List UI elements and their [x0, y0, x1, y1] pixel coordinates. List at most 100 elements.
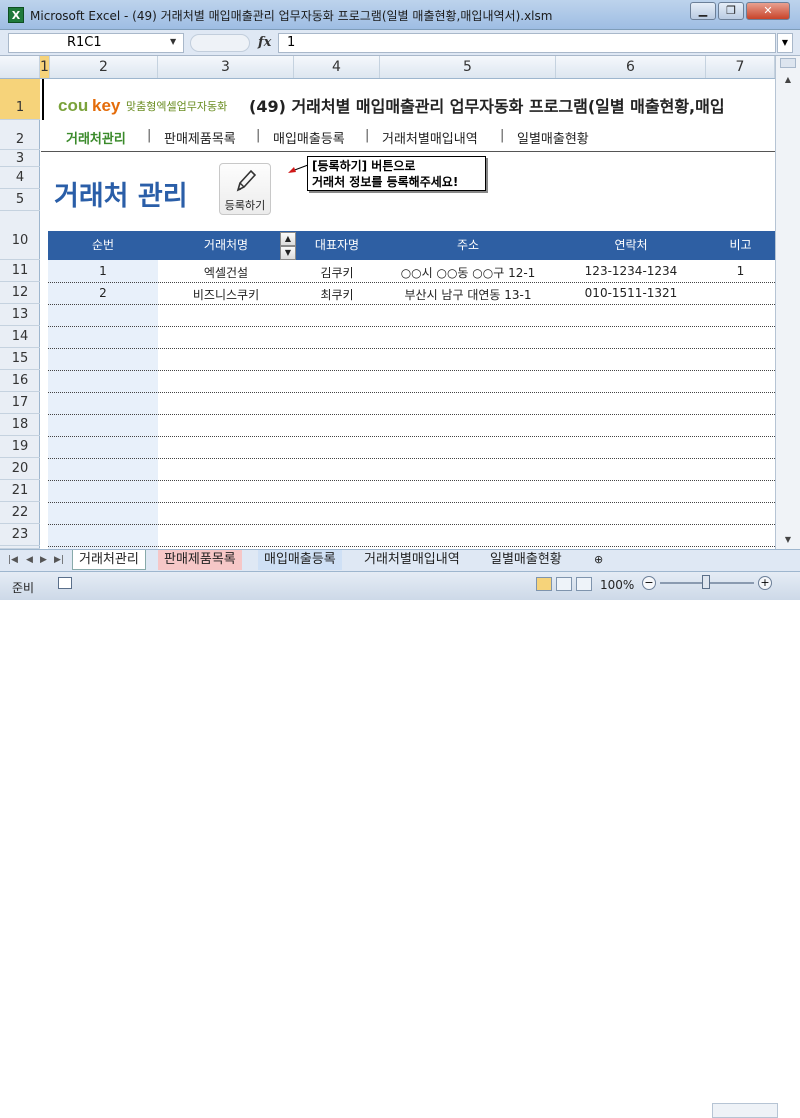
- row-header[interactable]: 12: [0, 282, 40, 304]
- row-header[interactable]: 16: [0, 370, 40, 392]
- row-header[interactable]: 17: [0, 392, 40, 414]
- column-header[interactable]: 3: [158, 56, 294, 78]
- row-header[interactable]: 5: [0, 189, 40, 211]
- column-header[interactable]: 5: [380, 56, 556, 78]
- header-representative[interactable]: 대표자명: [294, 231, 380, 260]
- split-box[interactable]: [780, 58, 796, 68]
- menu-item-daily-sales[interactable]: 일별매출현황: [517, 128, 589, 147]
- scroll-up-icon[interactable]: ▲: [780, 72, 796, 87]
- zoom-slider-thumb[interactable]: [702, 575, 710, 589]
- column-header[interactable]: 2: [50, 56, 158, 78]
- select-all-corner[interactable]: [0, 56, 40, 78]
- column-header[interactable]: 1: [40, 56, 50, 78]
- program-title: (49) 거래처별 매입매출관리 업무자동화 프로그램(일별 매출현황,매입: [249, 97, 725, 116]
- column-header[interactable]: 6: [556, 56, 706, 78]
- zoom-level[interactable]: 100%: [600, 578, 634, 592]
- row-header[interactable]: 1: [0, 79, 40, 120]
- scroll-down-icon[interactable]: ▼: [780, 532, 796, 547]
- cell-contact[interactable]: 010-1511-1321: [556, 286, 706, 300]
- column-header[interactable]: 4: [294, 56, 380, 78]
- zoom-out-icon[interactable]: −: [642, 576, 656, 590]
- insert-function-icon[interactable]: fx: [258, 35, 271, 50]
- note-line-1: [등록하기] 버튼으로: [312, 159, 416, 173]
- row-divider: [48, 392, 775, 393]
- expand-formula-bar-icon[interactable]: ▼: [777, 33, 793, 53]
- sheet-tab-daily-sales[interactable]: 일별매출현황: [484, 550, 568, 570]
- header-client-name[interactable]: 거래처명: [158, 231, 294, 260]
- cell-contact[interactable]: 123-1234-1234: [556, 264, 706, 278]
- cell-seq[interactable]: 2: [48, 286, 158, 300]
- sheet-tab-purchase-sales-entry[interactable]: 매입매출등록: [258, 550, 342, 570]
- insert-sheet-icon[interactable]: ⊕: [588, 550, 609, 570]
- menu-item-product-list[interactable]: 판매제품목록: [164, 128, 236, 147]
- vertical-scrollbar[interactable]: ▲ ▼: [775, 56, 800, 549]
- cell-client-name[interactable]: 엑셀건설: [158, 264, 294, 281]
- row-divider: [48, 458, 775, 459]
- cell-address[interactable]: 부산시 남구 대연동 13-1: [380, 286, 556, 303]
- sort-down-icon[interactable]: ▼: [280, 246, 296, 260]
- row-header[interactable]: 23: [0, 524, 40, 546]
- sheet-tab-client-management[interactable]: 거래처관리: [72, 550, 146, 570]
- sheet-tab-product-list[interactable]: 판매제품목록: [158, 550, 242, 570]
- zoom-in-icon[interactable]: +: [758, 576, 772, 590]
- formula-input[interactable]: 1: [278, 33, 776, 53]
- header-contact[interactable]: 연락처: [556, 231, 706, 260]
- logo-tagline: 맞춤형엑셀업무자동화: [126, 100, 228, 113]
- header-remarks[interactable]: 비고: [706, 231, 775, 260]
- cell-remarks[interactable]: 1: [706, 264, 775, 278]
- header-address[interactable]: 주소: [380, 231, 556, 260]
- status-bar: 준비 100% − +: [0, 571, 800, 600]
- row-divider: [48, 326, 775, 327]
- close-button[interactable]: ✕: [746, 2, 790, 20]
- row-header[interactable]: 18: [0, 414, 40, 436]
- row-header[interactable]: 13: [0, 304, 40, 326]
- row-header[interactable]: 21: [0, 480, 40, 502]
- macro-record-icon[interactable]: [58, 577, 72, 589]
- row-header[interactable]: 19: [0, 436, 40, 458]
- cell-client-name[interactable]: 비즈니스쿠키: [158, 286, 294, 303]
- row-header[interactable]: 20: [0, 458, 40, 480]
- page-layout-view-icon[interactable]: [556, 577, 572, 591]
- row-divider: [48, 282, 775, 283]
- logo-cou: cou: [58, 96, 89, 115]
- last-sheet-icon[interactable]: ▶|: [54, 555, 64, 565]
- close-icon: ✕: [763, 4, 773, 17]
- row-header[interactable]: 10: [0, 211, 40, 260]
- page-break-view-icon[interactable]: [576, 577, 592, 591]
- minimize-button[interactable]: ▁: [690, 2, 716, 20]
- cell-representative[interactable]: 김쿠키: [294, 264, 380, 281]
- header-seq[interactable]: 순번: [48, 231, 158, 260]
- window-title: Microsoft Excel - (49) 거래처별 매입매출관리 업무자동화…: [30, 9, 553, 23]
- row-header[interactable]: 4: [0, 167, 40, 189]
- column-header[interactable]: 7: [706, 56, 775, 78]
- cell-seq[interactable]: 1: [48, 264, 158, 278]
- row-header[interactable]: 15: [0, 348, 40, 370]
- normal-view-icon[interactable]: [536, 577, 552, 591]
- prev-sheet-icon[interactable]: ◀: [26, 555, 33, 565]
- menu-item-purchase-sales-entry[interactable]: 매입매출등록: [273, 128, 345, 147]
- restore-button[interactable]: ❐: [718, 2, 744, 20]
- register-button[interactable]: 등록하기: [219, 163, 271, 215]
- name-box-dropdown-icon[interactable]: ▼: [170, 37, 176, 46]
- menu-item-client-management[interactable]: 거래처관리: [66, 128, 126, 147]
- row-header[interactable]: 22: [0, 502, 40, 524]
- first-sheet-icon[interactable]: |◀: [8, 555, 18, 565]
- sort-spinner[interactable]: ▲ ▼: [280, 232, 296, 260]
- row-header[interactable]: 3: [0, 150, 40, 167]
- name-box[interactable]: R1C1: [8, 33, 184, 53]
- horizontal-scrollbar[interactable]: [712, 1103, 778, 1118]
- row-header[interactable]: 14: [0, 326, 40, 348]
- menu-item-client-purchases[interactable]: 거래처별매입내역: [382, 128, 478, 147]
- sort-up-icon[interactable]: ▲: [280, 232, 296, 246]
- page-title: 거래처 관리: [54, 181, 188, 212]
- menu-divider: [41, 151, 775, 152]
- next-sheet-icon[interactable]: ▶: [40, 555, 47, 565]
- row-header[interactable]: 2: [0, 120, 40, 150]
- sheet-tab-client-purchases[interactable]: 거래처별매입내역: [358, 550, 466, 570]
- row-header[interactable]: 11: [0, 260, 40, 282]
- cell-address[interactable]: ○○시 ○○동 ○○구 12-1: [380, 264, 556, 281]
- title-bar: X Microsoft Excel - (49) 거래처별 매입매출관리 업무자…: [0, 0, 800, 30]
- cell-representative[interactable]: 최쿠키: [294, 286, 380, 303]
- menu-separator: |: [365, 128, 370, 143]
- row-divider: [48, 502, 775, 503]
